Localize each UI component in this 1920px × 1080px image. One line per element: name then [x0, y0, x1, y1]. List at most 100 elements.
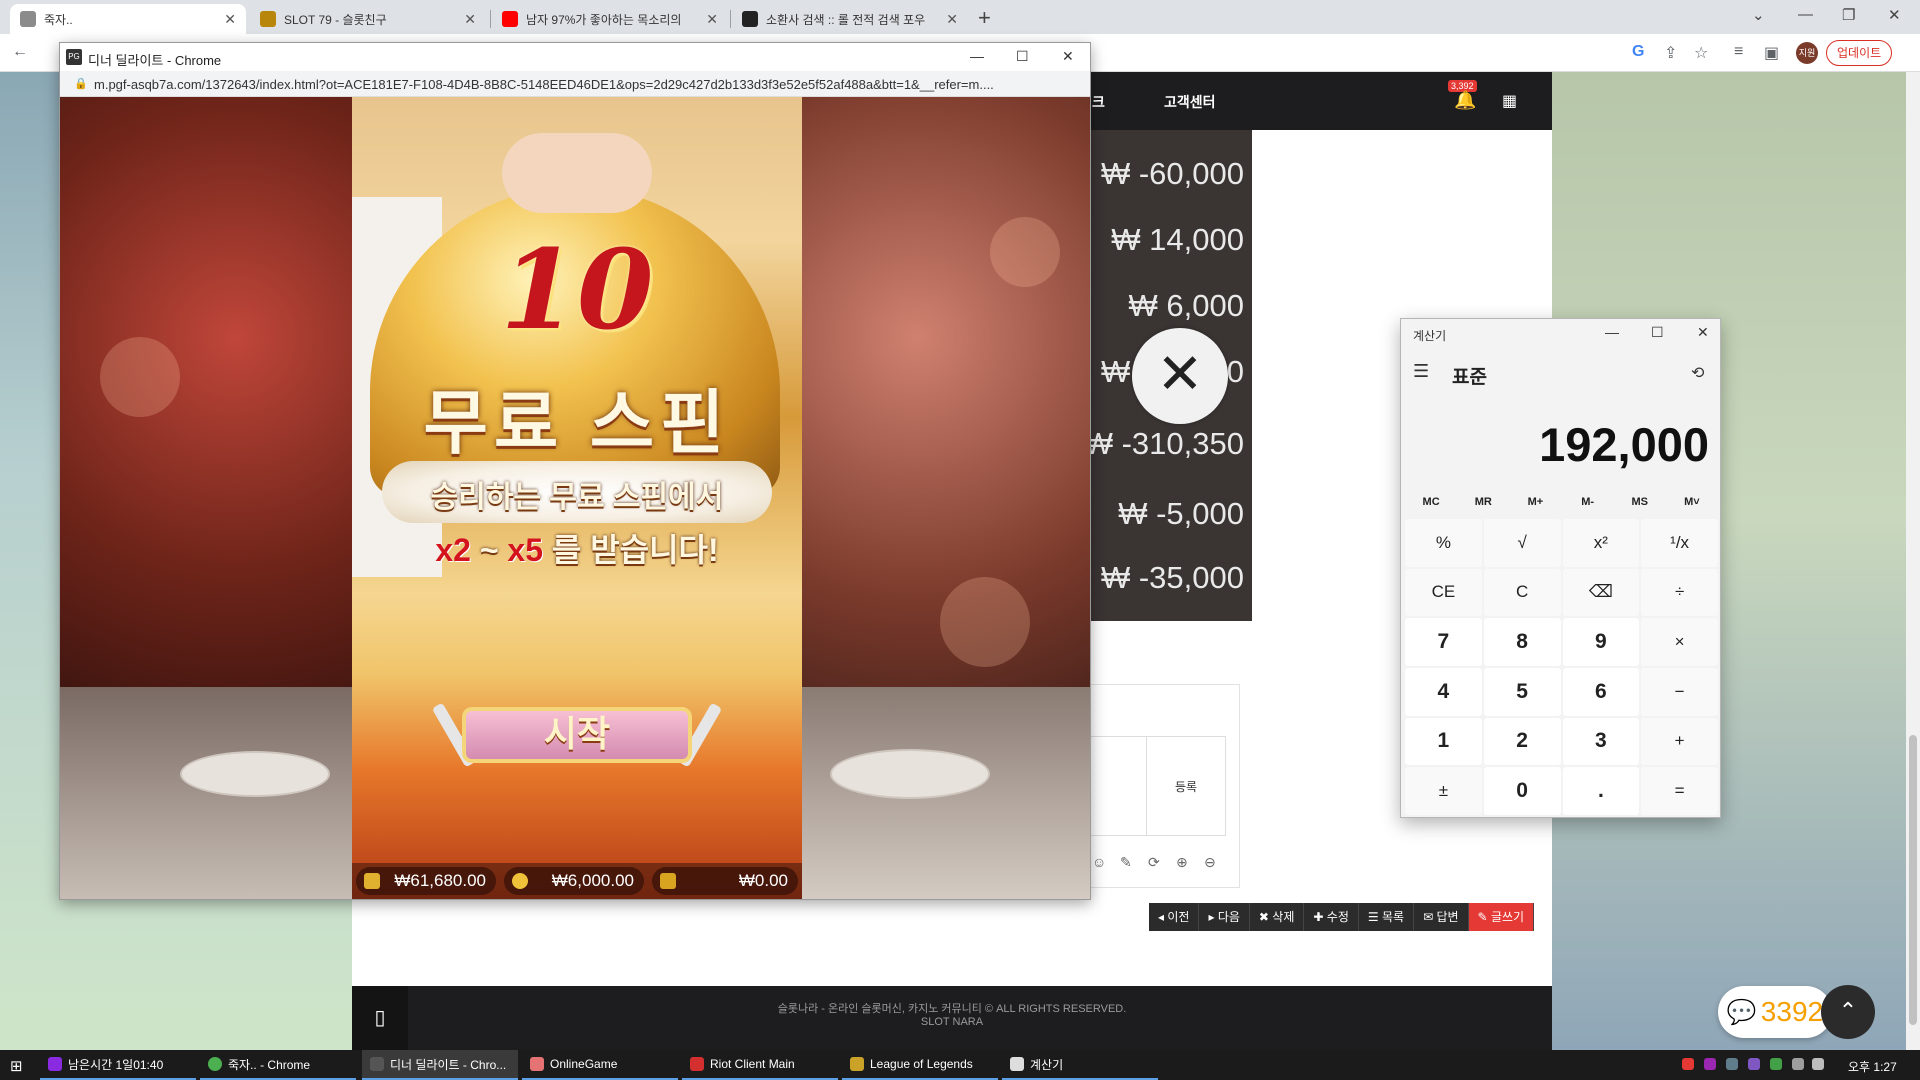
close-icon[interactable]: ✕: [706, 11, 718, 28]
clear-key[interactable]: C: [1483, 568, 1561, 617]
back-icon[interactable]: ←: [12, 43, 28, 61]
tray-app-icon[interactable]: [1726, 1058, 1738, 1070]
bookmark-star-icon[interactable]: ☆: [1694, 43, 1708, 63]
delete-button[interactable]: ✖ 삭제: [1249, 903, 1305, 931]
taskbar-item-timer[interactable]: 남은시간 1일01:40: [40, 1050, 196, 1080]
sqrt-key[interactable]: √: [1483, 519, 1561, 567]
taskbar-item-game[interactable]: 디너 딜라이트 - Chro...: [362, 1050, 518, 1080]
maximize-icon[interactable]: ☐: [1016, 48, 1029, 65]
history-icon[interactable]: ⟲: [1691, 363, 1704, 383]
close-icon[interactable]: ✕: [1888, 6, 1901, 24]
memory-store-button[interactable]: MS: [1614, 491, 1666, 513]
nav-item-customer-center[interactable]: 고객센터: [1164, 92, 1216, 112]
digit-1-key[interactable]: 1: [1405, 717, 1482, 766]
start-button[interactable]: 시작: [462, 707, 692, 763]
square-key[interactable]: x²: [1562, 519, 1640, 567]
decimal-key[interactable]: .: [1562, 767, 1640, 815]
multiply-key[interactable]: ×: [1641, 618, 1718, 666]
hamburger-menu-icon[interactable]: ☰: [1413, 361, 1429, 382]
digit-8-key[interactable]: 8: [1483, 618, 1561, 666]
tab-search-icon[interactable]: ⌄: [1752, 6, 1765, 24]
negate-key[interactable]: ±: [1405, 767, 1482, 815]
network-icon[interactable]: [1792, 1058, 1804, 1070]
update-button[interactable]: 업데이트: [1826, 40, 1893, 66]
plus-circle-icon[interactable]: ⊕: [1176, 854, 1188, 871]
amount-close-button[interactable]: ✕: [1132, 328, 1228, 424]
memory-recall-button[interactable]: MR: [1457, 491, 1509, 513]
backspace-key[interactable]: ⌫: [1562, 568, 1640, 617]
memory-subtract-button[interactable]: M-: [1562, 491, 1614, 513]
subtract-key[interactable]: −: [1641, 668, 1718, 716]
digit-9-key[interactable]: 9: [1562, 618, 1640, 666]
side-panel-icon[interactable]: ▣: [1764, 43, 1779, 63]
tray-app-icon[interactable]: [1704, 1058, 1716, 1070]
digit-3-key[interactable]: 3: [1562, 717, 1640, 766]
refresh-icon[interactable]: ⟳: [1148, 854, 1160, 871]
scroll-top-button[interactable]: ⌃: [1821, 985, 1875, 1039]
register-button[interactable]: 등록: [1146, 736, 1226, 836]
bell-icon[interactable]: 🔔: [1454, 90, 1476, 111]
taskbar-item-lol[interactable]: League of Legends: [842, 1050, 998, 1080]
share-icon[interactable]: ⇪: [1664, 43, 1677, 63]
volume-icon[interactable]: [1812, 1058, 1824, 1070]
digit-5-key[interactable]: 5: [1483, 668, 1561, 716]
taskbar-item-riot[interactable]: Riot Client Main: [682, 1050, 838, 1080]
reciprocal-key[interactable]: ¹/x: [1641, 519, 1718, 567]
game-canvas[interactable]: 10 무료 스핀 승리하는 무료 스핀에서 x2 ~ x5 를 받습니다! 시작…: [60, 97, 1090, 899]
reading-list-icon[interactable]: ≡: [1734, 43, 1743, 61]
tab-youtube[interactable]: 남자 97%가 좋아하는 목소리의 ✕: [492, 4, 728, 34]
digit-6-key[interactable]: 6: [1562, 668, 1640, 716]
minimize-icon[interactable]: —: [1798, 6, 1813, 23]
minimize-icon[interactable]: —: [1605, 324, 1619, 340]
reply-button[interactable]: ✉ 답변: [1414, 903, 1469, 931]
minus-circle-icon[interactable]: ⊖: [1204, 854, 1216, 871]
new-tab-button[interactable]: +: [978, 5, 991, 31]
memory-list-button[interactable]: M˅: [1666, 491, 1718, 513]
page-scroll-thumb[interactable]: [1909, 735, 1917, 1025]
tab-jukja[interactable]: 죽자.. ✕: [10, 4, 246, 34]
pencil-icon[interactable]: ✎: [1120, 854, 1132, 871]
taskbar-item-calculator[interactable]: 계산기: [1002, 1050, 1158, 1080]
edit-button[interactable]: ✚ 수정: [1304, 903, 1359, 931]
tab-fow[interactable]: 소환사 검색 :: 롤 전적 검색 포우 ✕: [732, 4, 968, 34]
digit-0-key[interactable]: 0: [1483, 767, 1561, 815]
digit-4-key[interactable]: 4: [1405, 668, 1482, 716]
memory-add-button[interactable]: M+: [1509, 491, 1561, 513]
close-icon[interactable]: ✕: [224, 11, 236, 28]
grid-menu-icon[interactable]: ▦: [1502, 91, 1517, 111]
close-icon[interactable]: ✕: [464, 11, 476, 28]
minimize-icon[interactable]: —: [970, 48, 984, 64]
digit-2-key[interactable]: 2: [1483, 717, 1561, 766]
tab-slot79[interactable]: SLOT 79 - 슬롯친구 ✕: [250, 4, 486, 34]
equals-key[interactable]: =: [1641, 767, 1718, 815]
windows-start-icon[interactable]: ⊞: [10, 1057, 23, 1075]
close-icon[interactable]: ✕: [1062, 48, 1074, 65]
chat-button[interactable]: 💬 3392: [1718, 986, 1832, 1038]
google-icon[interactable]: G: [1632, 43, 1644, 61]
popup-address-bar[interactable]: 🔒 m.pgf-asqb7a.com/1372643/index.html?ot…: [60, 71, 1090, 97]
nav-item-partial[interactable]: 크: [1092, 92, 1105, 112]
add-key[interactable]: +: [1641, 717, 1718, 766]
prev-button[interactable]: ◂ 이전: [1149, 903, 1200, 931]
clear-entry-key[interactable]: CE: [1405, 568, 1482, 617]
restore-icon[interactable]: ❐: [1842, 6, 1855, 24]
taskbar-item-onlinegame[interactable]: OnlineGame: [522, 1050, 678, 1080]
tray-app-icon[interactable]: [1682, 1058, 1694, 1070]
percent-key[interactable]: %: [1405, 519, 1482, 567]
next-button[interactable]: ▸ 다음: [1199, 903, 1250, 931]
mobile-phone-icon[interactable]: ▯: [352, 986, 408, 1050]
system-clock[interactable]: 오후 1:27: [1848, 1058, 1897, 1075]
emoji-icon[interactable]: ☺: [1092, 854, 1106, 870]
tray-app-icon[interactable]: [1770, 1058, 1782, 1070]
close-icon[interactable]: ✕: [1697, 324, 1709, 341]
taskbar-item-chrome[interactable]: 죽자.. - Chrome: [200, 1050, 356, 1080]
maximize-icon[interactable]: ☐: [1651, 324, 1664, 341]
digit-7-key[interactable]: 7: [1405, 618, 1482, 666]
discord-icon[interactable]: [1748, 1058, 1760, 1070]
close-icon[interactable]: ✕: [946, 11, 958, 28]
memory-clear-button[interactable]: MC: [1405, 491, 1457, 513]
write-button[interactable]: ✎ 글쓰기: [1468, 903, 1535, 931]
divide-key[interactable]: ÷: [1641, 568, 1718, 617]
avatar[interactable]: 지원: [1796, 42, 1818, 64]
list-button[interactable]: ☰ 목록: [1358, 903, 1415, 931]
